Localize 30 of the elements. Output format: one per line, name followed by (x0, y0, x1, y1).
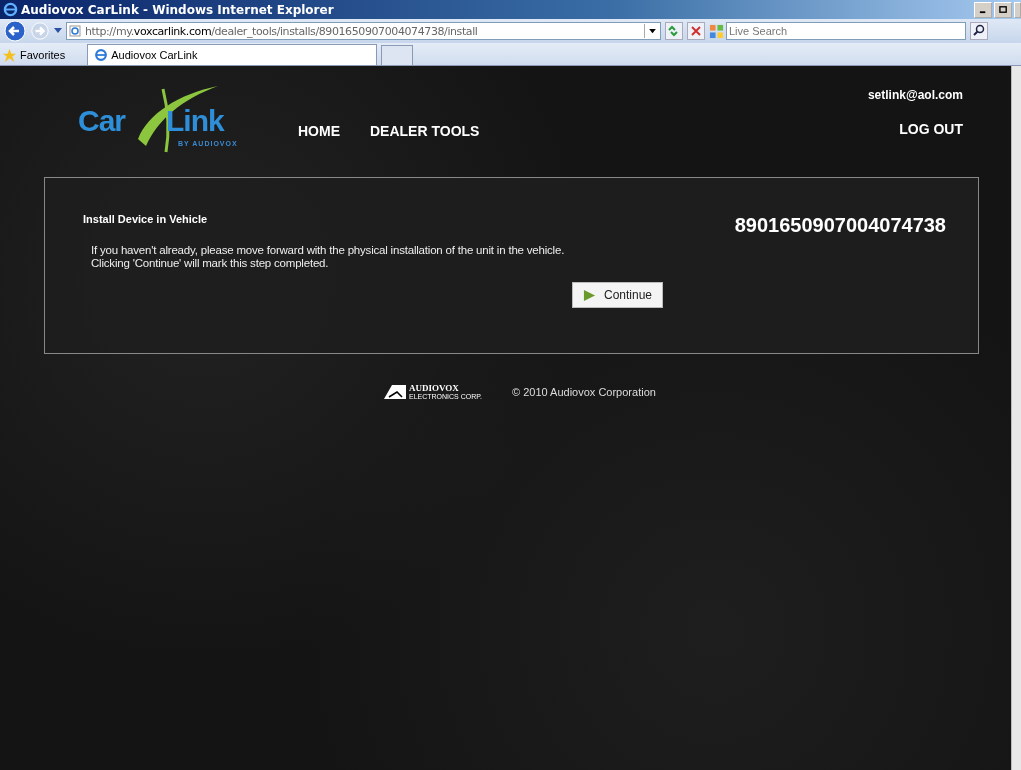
panel-title: Install Device in Vehicle (83, 213, 208, 225)
device-id: 8901650907004074738 (734, 214, 946, 237)
play-icon (583, 288, 596, 302)
window-title: Audiovox CarLink - Windows Internet Explorer (21, 2, 335, 17)
maximize-icon (998, 5, 1008, 14)
search-provider-icon[interactable] (709, 23, 724, 39)
back-icon[interactable] (4, 20, 26, 42)
copyright-text: © 2010 Audiovox Corporation (512, 386, 656, 398)
refresh-icon[interactable] (665, 22, 683, 40)
continue-button[interactable]: Continue (572, 282, 664, 308)
browser-icon (94, 48, 109, 62)
nav-link[interactable]: HOME (298, 123, 340, 139)
minimize-button[interactable] (974, 1, 992, 18)
search-icon[interactable] (970, 22, 988, 40)
account-email: setlink@aol.com (867, 88, 963, 102)
browser-icon (3, 2, 18, 17)
browser-tab[interactable]: Audiovox CarLink (87, 44, 378, 65)
scrollbar[interactable] (1011, 66, 1021, 770)
instruction-text: Clicking 'Continue' will mark this step completed. (91, 257, 330, 269)
search-field[interactable]: Live Search (726, 22, 966, 40)
dropdown-icon[interactable] (648, 28, 656, 34)
instruction-text: If you haven't already, please move forward with the physical installation of the unit in the vehicle. (91, 244, 566, 256)
page-icon (69, 25, 81, 37)
maximize-button[interactable] (994, 1, 1012, 18)
nav-link[interactable]: DEALER TOOLS (370, 123, 480, 139)
star-icon (2, 47, 17, 63)
favorites-button[interactable]: Favorites (2, 45, 84, 65)
address-field[interactable]: http://my.voxcarlink.com/dealer_tools/installs/8901650907004074738/install (66, 22, 661, 40)
stop-icon[interactable] (687, 22, 705, 40)
logout-link[interactable]: LOG OUT (899, 121, 963, 137)
